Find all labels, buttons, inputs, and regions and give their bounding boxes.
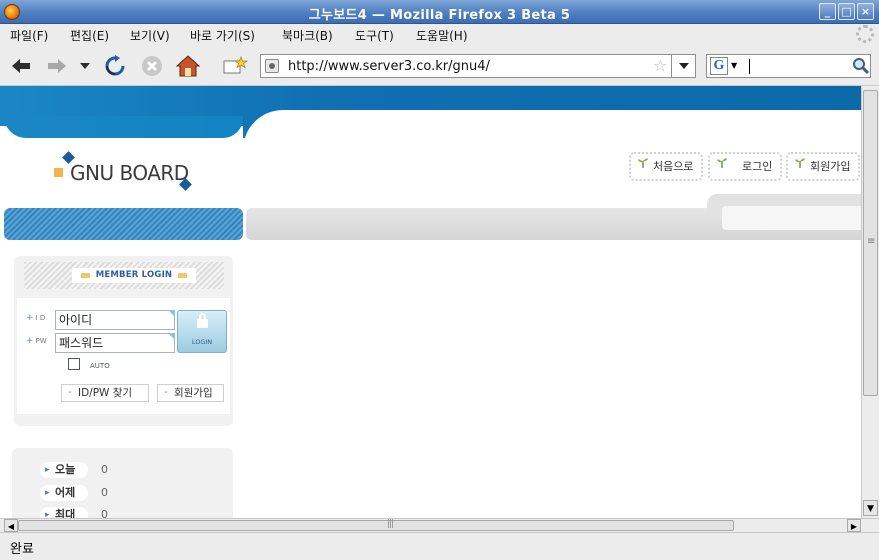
chevron-down-icon[interactable]: ▼	[731, 61, 737, 70]
status-text: 완료	[10, 542, 34, 557]
forward-button[interactable]	[44, 54, 70, 78]
vertical-scrollbar[interactable]: ▼	[861, 86, 879, 518]
login-header: MEMBER LOGIN	[24, 262, 224, 289]
window-title: 그누보드4 — Mozilla Firefox 3 Beta 5	[308, 8, 571, 23]
back-button[interactable]	[8, 54, 34, 78]
text-caret	[749, 59, 750, 74]
login-button[interactable]: LOGIN	[177, 310, 227, 353]
stat-value: 0	[101, 463, 108, 476]
sprout-icon	[717, 158, 727, 168]
horizontal-scroll-thumb[interactable]	[18, 519, 734, 531]
menu-file[interactable]: 파일(F)	[10, 27, 48, 44]
window-titlebar: 그누보드4 — Mozilla Firefox 3 Beta 5 _ □ ×	[0, 0, 879, 24]
header-band	[0, 86, 861, 150]
auto-login-checkbox[interactable]	[68, 358, 80, 370]
stat-label: 최대	[40, 507, 88, 518]
bookmark-star-icon	[223, 56, 248, 74]
login-link-label: 로그인	[742, 160, 773, 173]
reload-icon	[105, 55, 125, 76]
home-link[interactable]: 처음으로	[629, 152, 703, 181]
login-button-label: LOGIN	[191, 338, 213, 346]
id-label: + I D	[26, 313, 46, 323]
reload-button[interactable]	[102, 54, 128, 78]
maximize-button[interactable]: □	[838, 3, 855, 20]
member-login-box: MEMBER LOGIN + I D 아이디 + PW 패스워드 LOGIN AUT…	[14, 256, 233, 426]
status-bar: 완료	[0, 532, 879, 560]
stat-label: 오늘	[40, 462, 88, 478]
vertical-scroll-thumb[interactable]	[863, 90, 878, 396]
minimize-button[interactable]: _	[819, 3, 836, 20]
chevron-down-icon	[80, 63, 90, 69]
home-button[interactable]	[175, 54, 201, 78]
search-bar[interactable]: G ▼	[706, 54, 871, 78]
password-field[interactable]: 패스워드	[55, 333, 175, 353]
login-link[interactable]: 로그인	[708, 152, 782, 181]
search-input[interactable]	[751, 57, 851, 75]
stat-value: 0	[101, 486, 108, 499]
find-id-pw-button[interactable]: ID/PW 찾기	[61, 384, 149, 402]
menu-bookmarks[interactable]: 북마크(B)	[282, 27, 333, 44]
logo-square-icon	[54, 168, 63, 177]
horizontal-scrollbar[interactable]: ◀ ▶	[0, 518, 879, 532]
login-header-label: MEMBER LOGIN	[72, 268, 196, 283]
join-button[interactable]: 회원가입	[157, 384, 224, 402]
join-link-label: 회원가입	[810, 160, 851, 173]
login-form: +I D 아이디 +PW 패스워드 LOGIN AUTO ID/PW 찾기 회원…	[17, 298, 230, 414]
navigation-toolbar: http://www.server3.co.kr/gnu4/ ☆ G ▼	[0, 46, 879, 86]
menu-bar: 파일(F) 편집(E) 보기(V) 바로 가기(S) 북마크(B) 도구(T) …	[0, 24, 879, 46]
nav-search-box[interactable]	[722, 206, 861, 230]
url-text[interactable]: http://www.server3.co.kr/gnu4/	[288, 59, 490, 74]
logo-text: GNU BOARD	[70, 161, 189, 185]
sprout-icon	[795, 158, 805, 168]
left-nav-band	[4, 208, 243, 240]
new-bookmark-button[interactable]	[222, 54, 248, 78]
chevron-down-icon	[679, 63, 689, 69]
history-dropdown-button[interactable]	[74, 54, 96, 78]
lock-icon	[197, 313, 208, 328]
url-dropdown-button[interactable]	[671, 54, 696, 78]
home-link-label: 처음으로	[653, 160, 694, 173]
menu-tools[interactable]: 도구(T)	[355, 27, 394, 44]
throbber-icon	[856, 25, 874, 43]
site-logo[interactable]: GNU BOARD	[54, 151, 194, 193]
menu-view[interactable]: 보기(V)	[130, 27, 170, 44]
id-field[interactable]: 아이디	[55, 310, 175, 330]
forward-arrow-icon	[48, 59, 66, 73]
auto-login-label: AUTO	[90, 362, 110, 370]
url-bar[interactable]: http://www.server3.co.kr/gnu4/ ☆	[260, 54, 696, 78]
menu-edit[interactable]: 편집(E)	[70, 27, 109, 44]
scroll-right-button[interactable]: ▶	[847, 519, 861, 532]
scroll-down-button[interactable]: ▼	[863, 500, 878, 516]
join-link[interactable]: 회원가입	[786, 152, 860, 181]
bookmark-star-outline-icon[interactable]: ☆	[653, 56, 667, 75]
search-icon[interactable]	[852, 57, 870, 75]
visitor-stats-box: 오늘 0 어제 0 최대 0	[12, 448, 233, 518]
pw-label: + PW	[26, 336, 47, 346]
back-arrow-icon	[12, 59, 30, 73]
sprout-icon	[638, 158, 648, 168]
menu-go[interactable]: 바로 가기(S)	[190, 27, 255, 44]
stop-icon	[142, 56, 162, 76]
stat-label: 어제	[40, 485, 88, 501]
page-viewport: GNU BOARD 처음으로 로그인 회원가입 MEMBER LOGIN + I …	[0, 86, 861, 518]
menu-help[interactable]: 도움말(H)	[416, 27, 468, 44]
google-engine-icon[interactable]: G	[710, 57, 728, 75]
site-favicon-icon	[265, 59, 279, 73]
stop-button[interactable]	[139, 54, 165, 78]
home-icon	[175, 55, 201, 77]
stat-value: 0	[101, 508, 108, 518]
close-button[interactable]: ×	[857, 3, 874, 20]
scroll-left-button[interactable]: ◀	[4, 519, 18, 532]
